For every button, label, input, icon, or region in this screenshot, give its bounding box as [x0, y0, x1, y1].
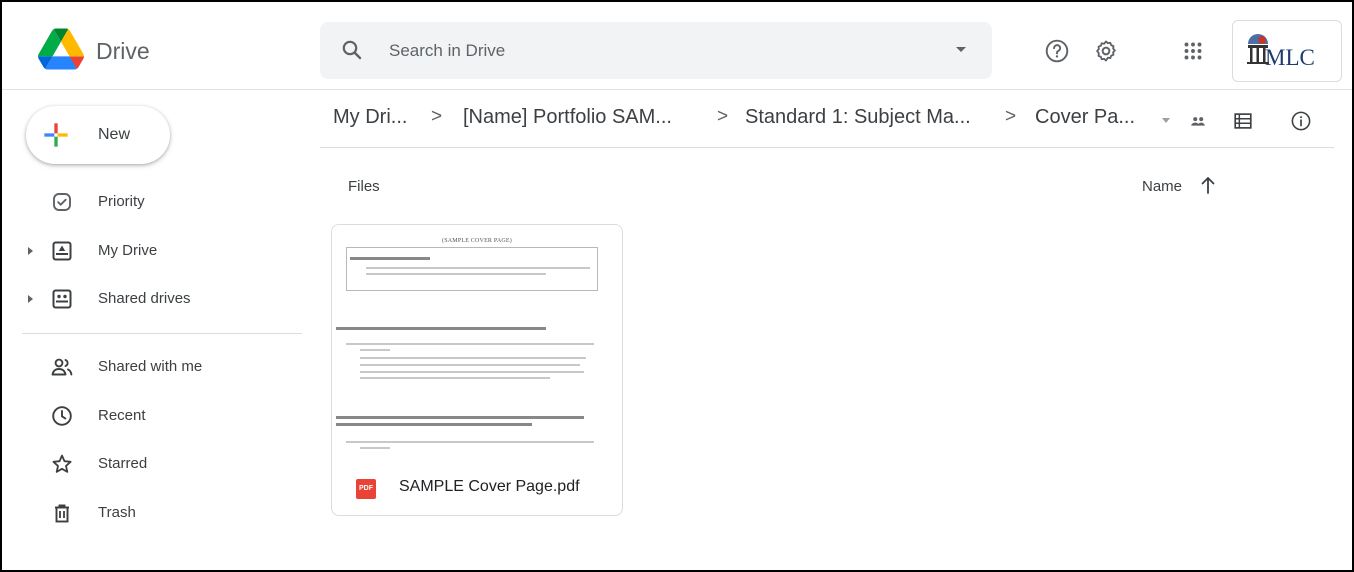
content-divider [320, 147, 1334, 148]
thumbnail-standard-box [346, 247, 598, 291]
files-section-heading: Files [348, 178, 380, 195]
sidebar-label-shared-with-me: Shared with me [98, 358, 203, 375]
sidebar-item-trash[interactable]: Trash [2, 493, 302, 533]
sidebar-label-my-drive: My Drive [98, 242, 158, 259]
list-view-icon[interactable] [1232, 110, 1254, 132]
app-name: Drive [96, 38, 150, 64]
sidebar-label-priority: Priority [98, 193, 145, 210]
new-button[interactable]: New [26, 106, 170, 164]
thumbnail-title: (SAMPLE COVER PAGE) [442, 238, 512, 244]
breadcrumb-separator: > [717, 106, 729, 127]
trash-icon [55, 504, 69, 523]
thumbnail-text-line [366, 267, 590, 269]
breadcrumb-separator: > [431, 106, 443, 127]
my-drive-icon [52, 241, 72, 261]
priority-check-icon [53, 193, 71, 211]
breadcrumb-item-my-drive[interactable]: My Dri... [333, 106, 407, 129]
sidebar-label-recent: Recent [98, 407, 146, 424]
thumbnail-text-line [360, 371, 584, 373]
sort-by-name-button[interactable]: Name [1142, 178, 1182, 195]
breadcrumb-separator: > [1005, 106, 1017, 127]
thumbnail-text-line [346, 441, 594, 443]
google-drive-logo-icon[interactable] [38, 28, 84, 70]
sidebar-label-shared-drives: Shared drives [98, 290, 191, 307]
search-options-caret-icon[interactable] [956, 47, 966, 52]
thumbnail-text-line [360, 349, 390, 351]
star-icon [52, 454, 72, 473]
sidebar-item-starred[interactable]: Starred [2, 444, 302, 484]
sidebar-divider [22, 333, 302, 334]
file-name[interactable]: SAMPLE Cover Page.pdf [399, 478, 580, 496]
apps-grid-icon[interactable] [1180, 38, 1206, 64]
search-icon[interactable] [340, 38, 364, 62]
account-label: MLC [1265, 45, 1315, 70]
thumbnail-text-line [360, 364, 580, 366]
thumbnail-text-line [360, 377, 550, 379]
share-people-icon[interactable] [1187, 110, 1209, 132]
thumbnail-text-line [336, 416, 584, 419]
sidebar-item-shared-with-me[interactable]: Shared with me [2, 347, 302, 387]
sidebar-item-shared-drives[interactable]: Shared drives [2, 279, 302, 319]
sidebar-label-starred: Starred [98, 455, 148, 472]
breadcrumb-item-standard-1[interactable]: Standard 1: Subject Ma... [745, 106, 971, 129]
sort-ascending-arrow-icon[interactable] [1198, 174, 1218, 196]
account-button[interactable]: MLC [1232, 20, 1342, 82]
thumbnail-text-line [336, 423, 532, 426]
file-card[interactable]: (SAMPLE COVER PAGE) PDF SAMPLE Cover Pag… [331, 224, 623, 516]
info-icon[interactable] [1290, 110, 1312, 132]
search-bar[interactable]: Search in Drive [320, 22, 992, 79]
thumbnail-text-line [360, 447, 390, 449]
thumbnail-text-line [360, 357, 586, 359]
thumbnail-text-line [350, 257, 430, 260]
search-placeholder[interactable]: Search in Drive [389, 41, 505, 61]
help-icon[interactable] [1044, 38, 1070, 64]
file-info[interactable]: PDF SAMPLE Cover Page.pdf [332, 457, 622, 515]
file-thumbnail[interactable]: (SAMPLE COVER PAGE) [332, 225, 622, 455]
drive-window: Drive Search in Drive MLC New Priority M… [0, 0, 1354, 572]
breadcrumb-item-current-folder[interactable]: Cover Pa... [1035, 106, 1135, 129]
folder-menu-caret-icon[interactable] [1162, 118, 1170, 123]
sidebar-item-priority[interactable]: Priority [2, 182, 302, 222]
thumbnail-text-line [336, 327, 546, 330]
sidebar-label-trash: Trash [98, 504, 136, 521]
thumbnail-text-line [366, 273, 546, 275]
clock-icon [52, 406, 72, 426]
breadcrumb-item-portfolio[interactable]: [Name] Portfolio SAM... [463, 106, 672, 129]
expand-caret-icon[interactable] [28, 295, 33, 303]
top-bar: Drive Search in Drive MLC [2, 2, 1352, 90]
expand-caret-icon[interactable] [28, 247, 33, 255]
thumbnail-text-line [346, 343, 594, 345]
pdf-file-icon: PDF [356, 479, 376, 499]
shared-with-me-icon [51, 358, 73, 376]
sidebar-item-recent[interactable]: Recent [2, 396, 302, 436]
settings-icon[interactable] [1093, 38, 1119, 64]
sidebar-item-my-drive[interactable]: My Drive [2, 231, 302, 271]
shared-drives-icon [52, 289, 72, 309]
new-button-label: New [98, 126, 131, 143]
plus-icon [44, 123, 68, 147]
